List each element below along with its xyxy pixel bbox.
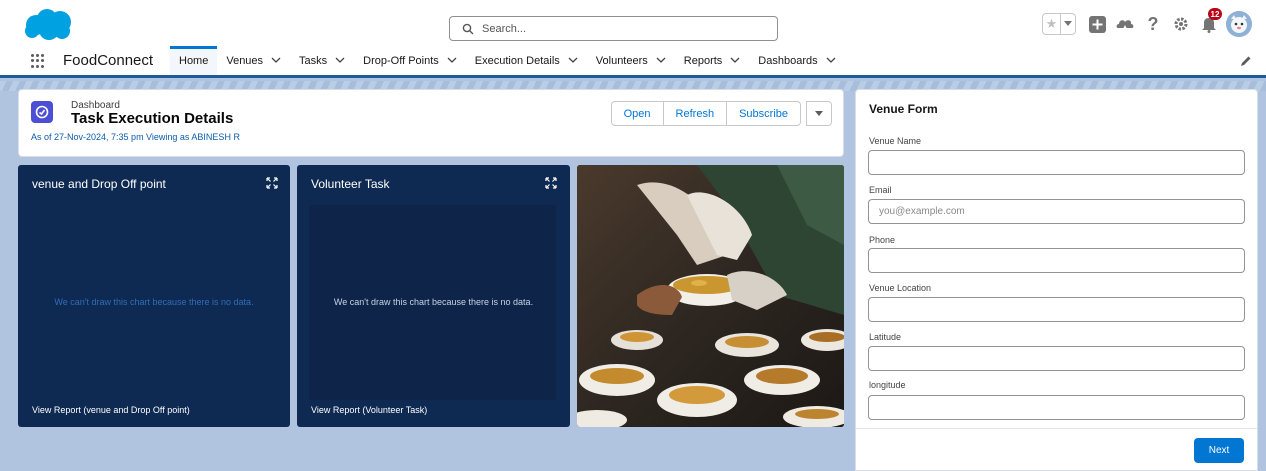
dashboard-gauge-icon xyxy=(31,101,53,123)
trailhead-icon[interactable] xyxy=(1114,13,1136,35)
app-name: FoodConnect xyxy=(63,52,154,69)
open-button[interactable]: Open xyxy=(610,101,664,126)
chevron-down-icon[interactable] xyxy=(568,57,578,64)
favorites-group: ★ xyxy=(1042,13,1076,35)
chevron-down-icon[interactable] xyxy=(335,57,345,64)
venue-location-label: Venue Location xyxy=(869,283,932,293)
nav-tab-volunteers[interactable]: Volunteers xyxy=(587,46,675,75)
longitude-label: longitude xyxy=(869,380,906,390)
dashboard-header: Dashboard Task Execution Details As of 2… xyxy=(18,89,844,157)
latitude-input[interactable] xyxy=(868,346,1245,371)
next-button[interactable]: Next xyxy=(1194,438,1244,463)
nav-tab-label: Home xyxy=(179,54,209,67)
latitude-label: Latitude xyxy=(869,332,902,342)
phone-label: Phone xyxy=(869,235,896,245)
search-input[interactable] xyxy=(482,22,762,35)
email-input[interactable] xyxy=(868,199,1245,224)
nav-tab-label: Tasks xyxy=(299,54,328,67)
venue-form: Venue Form Venue Name Email Phone Venue … xyxy=(855,89,1258,471)
nav-tab-venues[interactable]: Venues xyxy=(217,46,290,75)
notification-badge: 12 xyxy=(1208,8,1222,20)
nav-tab-tasks[interactable]: Tasks xyxy=(290,46,354,75)
chevron-down-icon[interactable] xyxy=(656,57,666,64)
notifications-bell-icon[interactable]: 12 xyxy=(1198,8,1222,35)
chevron-down-icon xyxy=(815,110,823,116)
widget-venue-drop-off: venue and Drop Off point We can't draw t… xyxy=(18,165,290,427)
chevron-down-icon[interactable] xyxy=(826,57,836,64)
setup-gear-icon[interactable] xyxy=(1170,13,1192,35)
view-report-link[interactable]: View Report (Volunteer Task) xyxy=(311,405,427,415)
subscribe-button[interactable]: Subscribe xyxy=(726,101,801,126)
widget-empty-message: We can't draw this chart because there i… xyxy=(333,297,534,307)
app-launcher-icon[interactable] xyxy=(31,54,45,68)
global-header: ★ ? 12 xyxy=(0,0,1266,46)
chevron-down-icon[interactable] xyxy=(447,57,457,64)
form-footer-divider xyxy=(856,428,1257,429)
nav-tab-label: Reports xyxy=(683,54,723,67)
nav-items: Home Venues Tasks Drop-Off Points Execut… xyxy=(170,46,845,75)
user-avatar[interactable] xyxy=(1226,11,1252,37)
nav-tab-label: Execution Details xyxy=(474,54,560,67)
dashboard-title: Task Execution Details xyxy=(71,110,234,127)
nav-tab-home[interactable]: Home xyxy=(170,46,218,75)
nav-tab-drop-off-points[interactable]: Drop-Off Points xyxy=(354,46,466,75)
nav-tab-reports[interactable]: Reports xyxy=(675,46,750,75)
more-actions-button[interactable] xyxy=(806,101,832,126)
nav-tab-execution-details[interactable]: Execution Details xyxy=(466,46,587,75)
global-actions-icon[interactable] xyxy=(1086,13,1108,35)
nav-tab-label: Drop-Off Points xyxy=(363,54,439,67)
edit-nav-pencil-icon[interactable] xyxy=(1240,55,1252,67)
chevron-down-icon[interactable] xyxy=(730,57,740,64)
venue-name-input[interactable] xyxy=(868,150,1245,175)
widget-empty-message: We can't draw this chart because there i… xyxy=(54,297,254,307)
expand-icon[interactable] xyxy=(545,177,557,189)
venue-name-label: Venue Name xyxy=(869,136,922,146)
refresh-button[interactable]: Refresh xyxy=(662,101,728,126)
phone-input[interactable] xyxy=(868,248,1245,273)
global-search[interactable] xyxy=(449,16,778,41)
expand-icon[interactable] xyxy=(266,177,278,189)
view-report-link[interactable]: View Report (venue and Drop Off point) xyxy=(32,405,190,415)
help-icon[interactable]: ? xyxy=(1142,13,1164,35)
dashboard-actions: Open Refresh Subscribe xyxy=(610,101,832,126)
search-icon xyxy=(462,23,474,34)
widget-volunteer-task: Volunteer Task We can't draw this chart … xyxy=(297,165,570,427)
salesforce-cloud-icon[interactable] xyxy=(22,8,74,42)
longitude-input[interactable] xyxy=(868,395,1245,420)
dashboard-subtitle: As of 27-Nov-2024, 7:35 pm Viewing as AB… xyxy=(31,132,240,142)
chevron-down-icon[interactable] xyxy=(271,57,281,64)
app-nav-bar: FoodConnect Home Venues Tasks Drop-Off P… xyxy=(0,46,1266,78)
email-label: Email xyxy=(869,185,892,195)
nav-tab-label: Venues xyxy=(226,54,264,67)
widget-title: Volunteer Task xyxy=(311,177,390,191)
venue-location-input[interactable] xyxy=(868,297,1245,322)
utility-icons: ★ ? 12 xyxy=(1042,8,1252,39)
favorites-dropdown-icon[interactable] xyxy=(1061,14,1075,34)
widget-title: venue and Drop Off point xyxy=(32,177,166,191)
form-title: Venue Form xyxy=(869,102,938,116)
nav-tab-label: Dashboards xyxy=(758,54,818,67)
food-donation-photo xyxy=(577,165,844,427)
nav-tab-label: Volunteers xyxy=(595,54,648,67)
nav-tab-dashboards[interactable]: Dashboards xyxy=(749,46,844,75)
favorite-star-icon[interactable]: ★ xyxy=(1043,14,1061,34)
